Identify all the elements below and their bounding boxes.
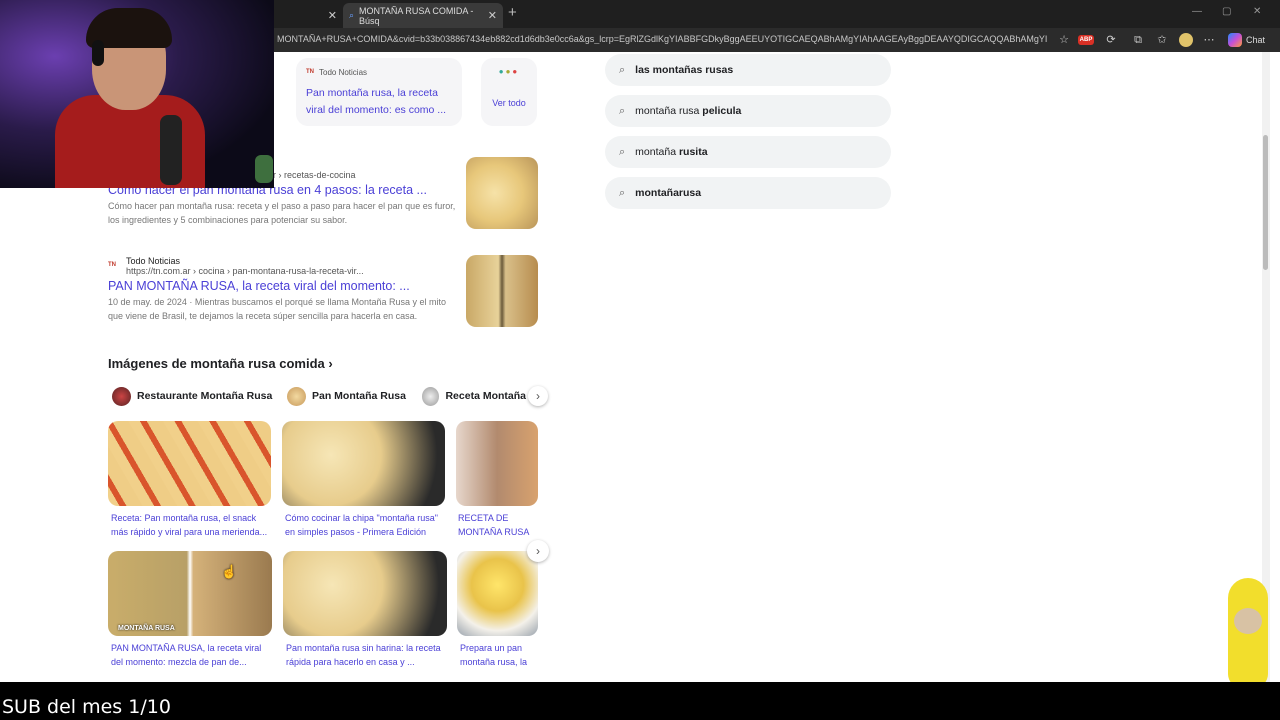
chip-thumbnail [422,386,440,406]
chip-restaurant[interactable]: Restaurante Montaña Rusa [112,384,272,408]
result-title[interactable]: PAN MONTAÑA RUSA, la receta viral del mo… [108,279,458,293]
tab-active[interactable]: ⌕ MONTAÑA RUSA COMIDA - Búsq ✕ [343,3,503,28]
search-result: TN Todo Noticias https://tn.com.ar › coc… [108,256,458,324]
sub-goal-text: SUB del mes 1/10 [2,696,171,718]
scrollbar-thumb[interactable] [1263,135,1268,270]
profile-avatar[interactable] [1179,33,1193,47]
cat-face [1234,608,1262,634]
related-search[interactable]: ⌕ las montañas rusas [605,54,891,86]
result-snippet: Cómo hacer pan montaña rusa: receta y el… [108,201,456,225]
search-icon: ⌕ [619,63,626,76]
hand-cursor-icon: ☝ [221,564,238,579]
chip-thumbnail [287,386,306,406]
minimize-icon[interactable]: — [1192,6,1202,17]
screen: ✕ ⌕ MONTAÑA RUSA COMIDA - Búsq ✕ + — ▢ ✕… [0,0,1280,720]
image-result[interactable] [108,421,271,506]
related-search[interactable]: ⌕ montaña rusa pelicula [605,95,891,127]
webcam-overlay [0,0,274,188]
see-all-card[interactable]: ●●● Ver todo [481,58,537,126]
adblock-icon[interactable]: ABP [1078,35,1094,45]
result-snippet: 10 de may. de 2024 · Mientras buscamos e… [108,297,447,321]
image-caption[interactable]: Cómo cocinar la chipa "montaña rusa" en … [285,511,445,541]
tab-previous[interactable]: ✕ [275,3,343,28]
result-thumbnail[interactable] [466,157,538,229]
result-thumbnail[interactable] [466,255,538,327]
search-icon: ⌕ [349,10,355,20]
image-caption[interactable]: RECETA DE MONTAÑA RUSA VIRAL: El paso a … [458,511,538,541]
image-watermark: MONTAÑA RUSA [118,625,175,632]
microphone-icon [160,115,182,185]
suggestion-prefix: montaña [635,146,679,158]
see-all-link[interactable]: Ver todo [481,98,537,108]
chip-pan[interactable]: Pan Montaña Rusa [287,384,406,408]
image-result[interactable] [457,551,538,636]
tab-label: MONTAÑA RUSA COMIDA - Búsq [359,5,474,26]
news-title[interactable]: Pan montaña rusa, la receta viral del mo… [306,85,452,119]
image-result[interactable] [282,421,445,506]
news-source: Todo Noticias [319,68,368,77]
chip-receta[interactable]: Receta Montaña [422,384,526,408]
suggestion-bold: pelicula [702,105,742,117]
chip-label: Pan Montaña Rusa [312,390,406,402]
image-caption[interactable]: PAN MONTAÑA RUSA, la receta viral del mo… [111,641,271,671]
window-close-icon[interactable]: ✕ [1253,6,1261,17]
image-result[interactable] [456,421,538,506]
news-card[interactable]: TN Todo Noticias Pan montaña rusa, la re… [296,58,462,126]
suggestion-prefix: montaña rusa [635,105,703,117]
new-tab-icon[interactable]: + [508,4,517,21]
result-site: Todo Noticias [126,256,181,266]
image-result[interactable] [283,551,447,636]
related-search[interactable]: ⌕ montaña rusita [605,136,891,168]
search-icon: ⌕ [619,104,626,117]
chip-thumbnail [112,386,131,406]
favorite-star-icon[interactable]: ☆ [1057,33,1071,47]
chevron-right-icon[interactable]: › [527,540,549,562]
stream-bottom-bar [0,682,1280,720]
images-section-title[interactable]: Imágenes de montaña rusa comida › [108,356,333,371]
search-icon: ⌕ [619,186,626,199]
source-logos-icon: ●●● [498,67,520,76]
copilot-icon[interactable] [1228,33,1242,47]
suggestion-bold: las montañas rusas [635,64,734,76]
news-logo-icon: TN [306,68,314,75]
favorites-icon[interactable]: ✩ [1155,33,1169,47]
url-field[interactable]: MONTAÑA+RUSA+COMIDA&cvid=b33b038867434eb… [277,34,1047,44]
related-search[interactable]: ⌕ montañarusa [605,177,891,209]
split-screen-icon[interactable]: ⧉ [1131,33,1145,47]
chevron-right-icon[interactable]: › [528,386,548,406]
close-icon[interactable]: ✕ [328,9,337,22]
maximize-icon[interactable]: ▢ [1222,6,1231,17]
image-caption[interactable]: Receta: Pan montaña rusa, el snack más r… [111,511,271,541]
decor-figure [255,155,273,183]
more-menu-icon[interactable]: ⋯ [1202,33,1216,47]
close-icon[interactable]: ✕ [488,9,497,22]
search-icon: ⌕ [619,145,626,158]
chip-label: Receta Montaña [445,390,526,402]
headset-icon [92,40,104,66]
suggestion-bold: montañarusa [635,187,702,199]
banana-cat-sticker [1222,578,1274,698]
image-caption[interactable]: Prepara un pan montaña rusa, la receta m… [460,641,538,671]
chat-label[interactable]: Chat [1246,35,1265,45]
image-result[interactable]: MONTAÑA RUSA [108,551,272,636]
image-caption[interactable]: Pan montaña rusa sin harina: la receta r… [286,641,448,671]
chip-label: Restaurante Montaña Rusa [137,390,273,402]
site-logo-icon: TN [108,262,116,268]
extension-icon[interactable]: ⟳ [1104,33,1118,47]
suggestion-bold: rusita [678,146,708,158]
result-breadcrumb: https://tn.com.ar › cocina › pan-montana… [126,266,364,276]
